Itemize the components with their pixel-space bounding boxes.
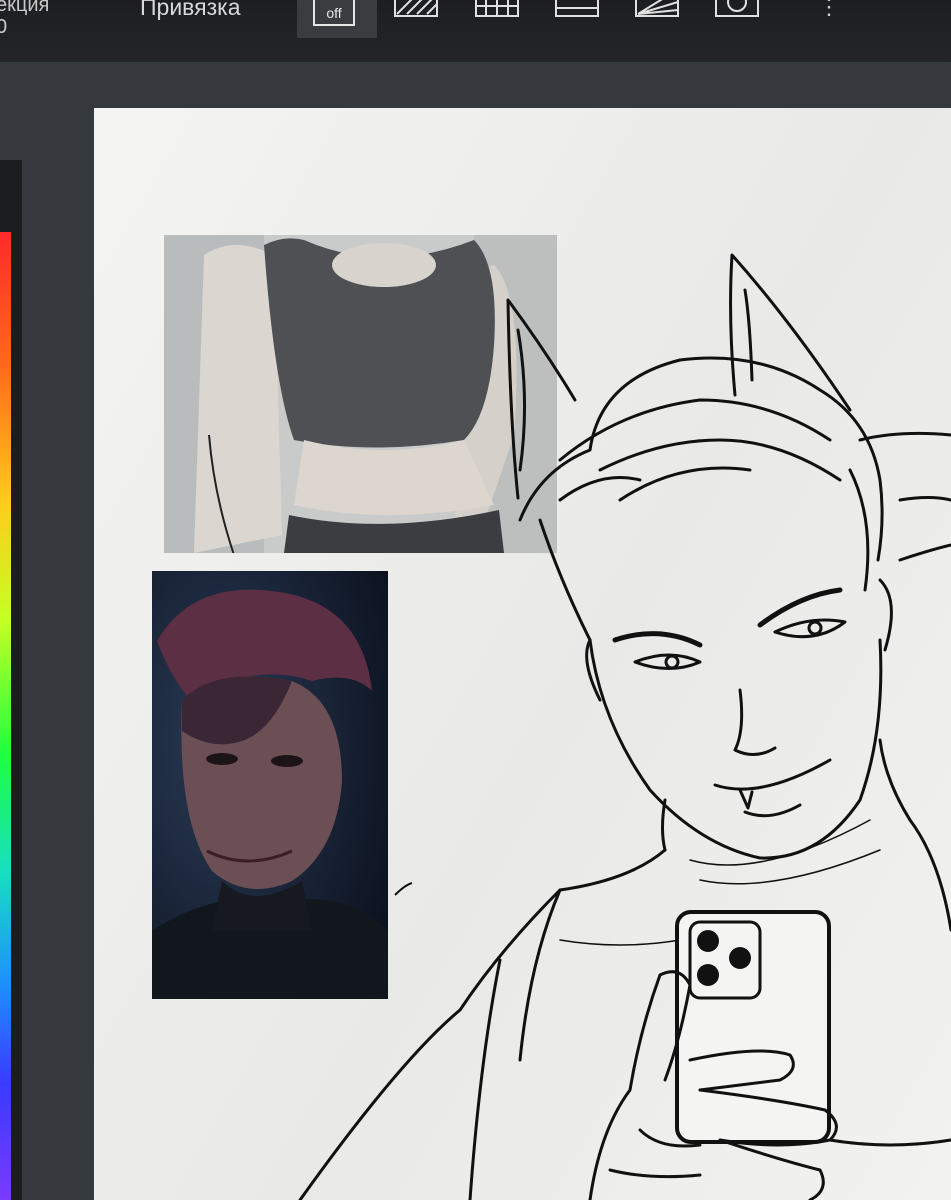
- lineart-drawing: [298, 253, 951, 1200]
